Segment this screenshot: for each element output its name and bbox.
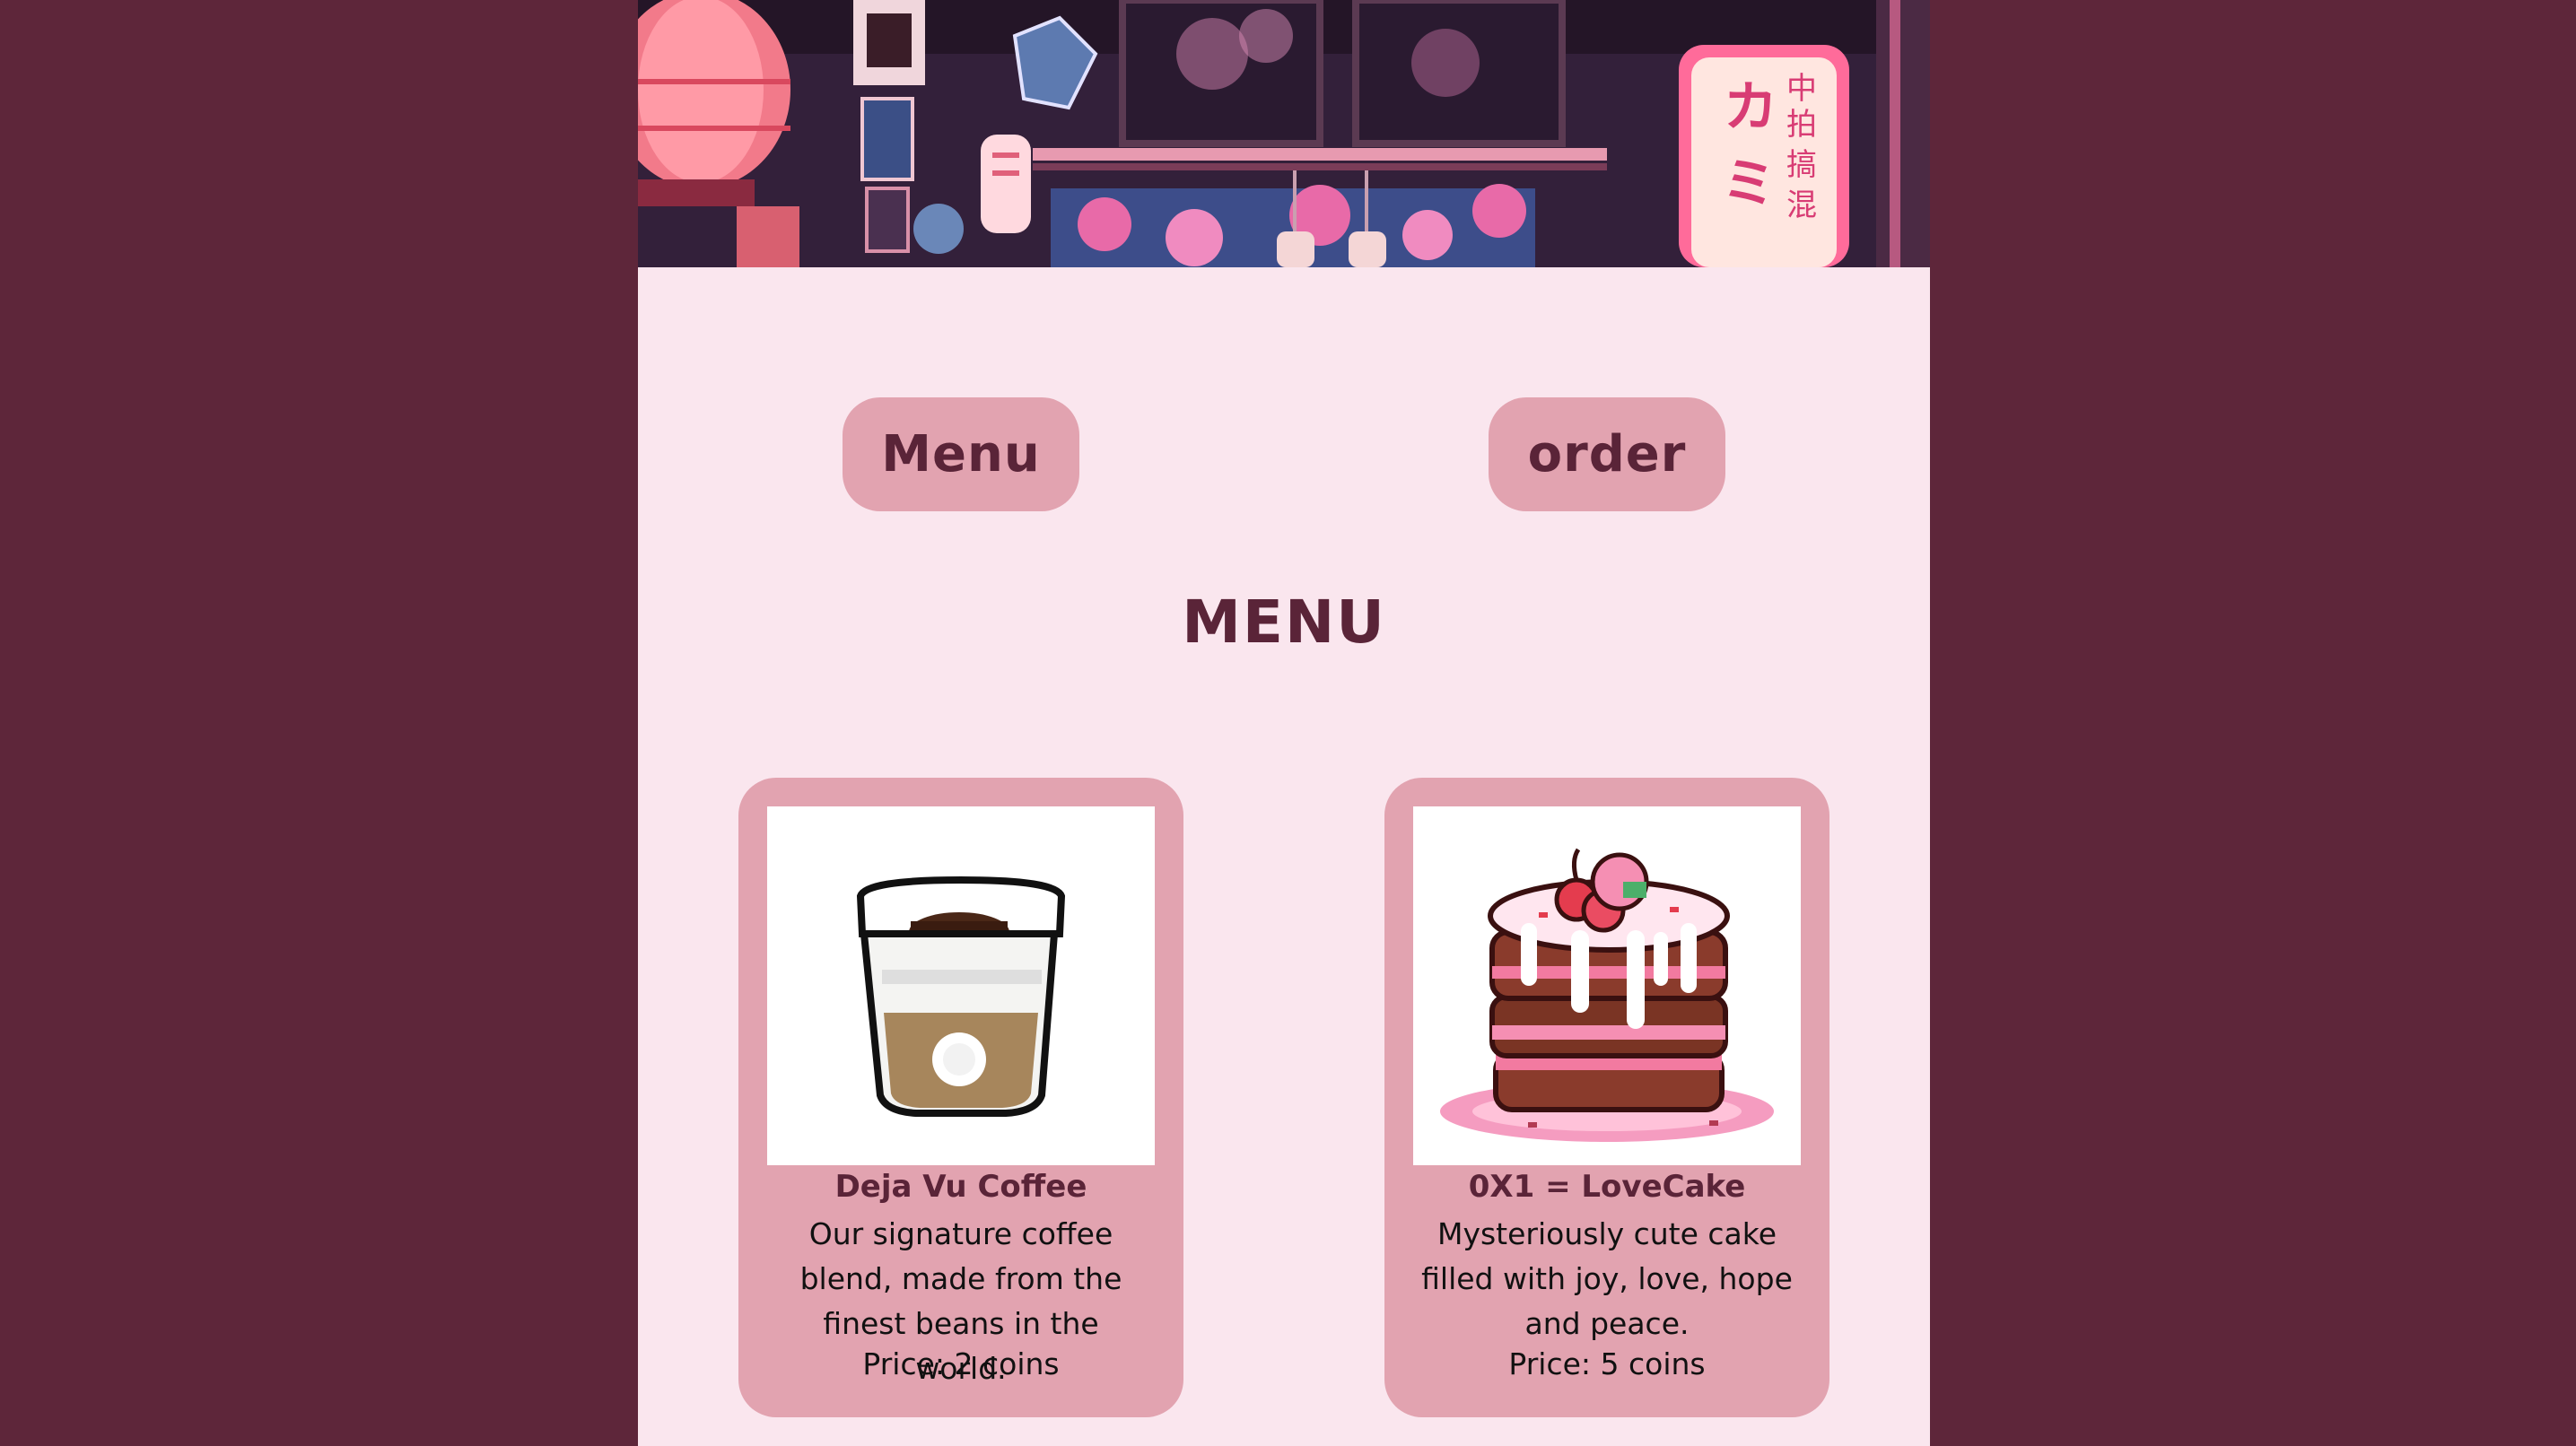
menu-item-price: Price: 5 coins: [1508, 1346, 1706, 1381]
svg-text:中: 中: [1786, 71, 1817, 107]
menu-item-price: Price: 2 coins: [862, 1346, 1060, 1381]
menu-item-description: Mysteriously cute cake filled with joy, …: [1421, 1216, 1793, 1341]
svg-text:ミ: ミ: [1722, 152, 1776, 215]
menu-item-name: Deja Vu Coffee: [834, 1169, 1087, 1205]
menu-item-name: 0X1 = LoveCake: [1468, 1169, 1746, 1205]
coffee-cup-icon: [767, 806, 1155, 1165]
header-banner-image: カ ミ 中 拍 搞 混: [638, 0, 1930, 267]
page-panel: カ ミ 中 拍 搞 混 Menu order MENU Deja Vu Coff…: [638, 0, 1930, 1446]
menu-item-card[interactable]: Deja Vu Coffee Our signature coffee blen…: [738, 778, 1183, 1417]
svg-text:混: 混: [1786, 187, 1817, 223]
page-title: MENU: [1182, 588, 1386, 657]
svg-text:搞: 搞: [1786, 147, 1817, 183]
order-nav-button[interactable]: order: [1489, 397, 1725, 511]
menu-nav-button[interactable]: Menu: [843, 397, 1079, 511]
cake-icon: [1413, 806, 1801, 1165]
svg-text:拍: 拍: [1786, 107, 1817, 143]
svg-text:カ: カ: [1724, 76, 1777, 139]
menu-item-card[interactable]: 0X1 = LoveCake Mysteriously cute cake fi…: [1384, 778, 1829, 1417]
